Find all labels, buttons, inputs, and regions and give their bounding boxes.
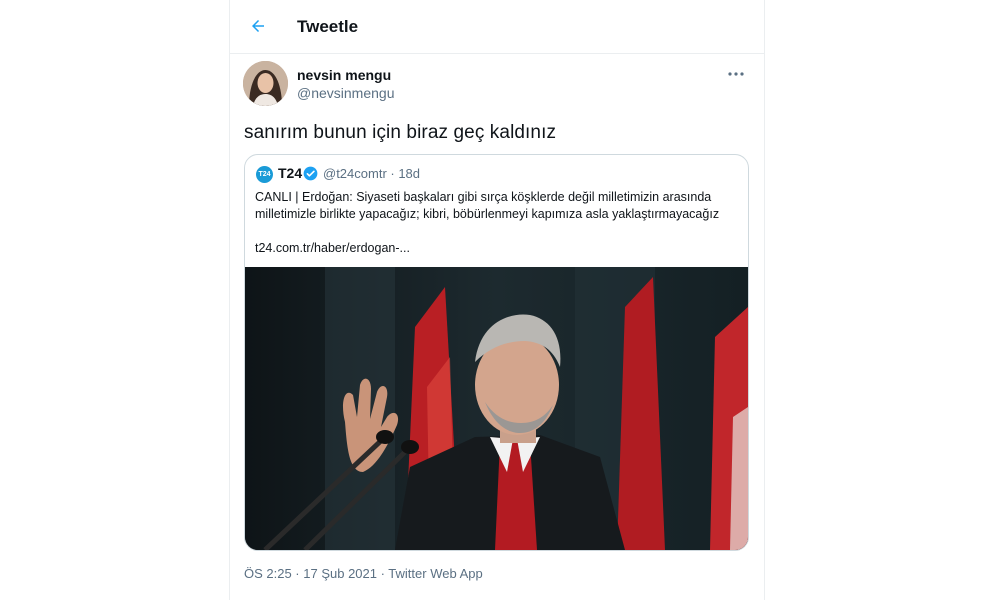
- more-options-button[interactable]: [724, 64, 748, 84]
- quoted-tweet-card[interactable]: T24 T24 @t24comtr · 18d CANLI | Erdoğan:…: [244, 154, 749, 551]
- arrow-left-icon: [252, 20, 264, 32]
- portrait-image: [243, 61, 288, 106]
- tweet-column: Tweetle nevsin mengu @nevsinmengu sanırı…: [229, 0, 765, 600]
- tweet-timestamp[interactable]: ÖS 2:25 · 17 Şub 2021 · Twitter Web App: [244, 566, 483, 581]
- press-conference-photo: [245, 267, 748, 550]
- quoted-link[interactable]: t24.com.tr/haber/erdogan-...: [255, 241, 410, 255]
- quoted-handle-time: @t24comtr · 18d: [323, 166, 421, 181]
- quoted-text: CANLI | Erdoğan: Siyaseti başkaları gibi…: [255, 190, 720, 221]
- author-display-name[interactable]: nevsin mengu: [297, 67, 391, 83]
- tweet-text: sanırım bunun için biraz geç kaldınız: [244, 122, 557, 143]
- author-handle[interactable]: @nevsinmengu: [297, 85, 395, 101]
- more-horizontal-icon: [728, 72, 744, 76]
- top-header: Tweetle: [230, 0, 764, 54]
- page-title: Tweetle: [297, 17, 359, 36]
- back-button[interactable]: [244, 12, 272, 40]
- quoted-news-photo[interactable]: [245, 267, 748, 550]
- verified-badge-icon: [303, 166, 318, 181]
- author-avatar[interactable]: [243, 61, 288, 106]
- quoted-avatar: T24: [256, 166, 273, 183]
- quoted-display-name: T24: [278, 165, 303, 181]
